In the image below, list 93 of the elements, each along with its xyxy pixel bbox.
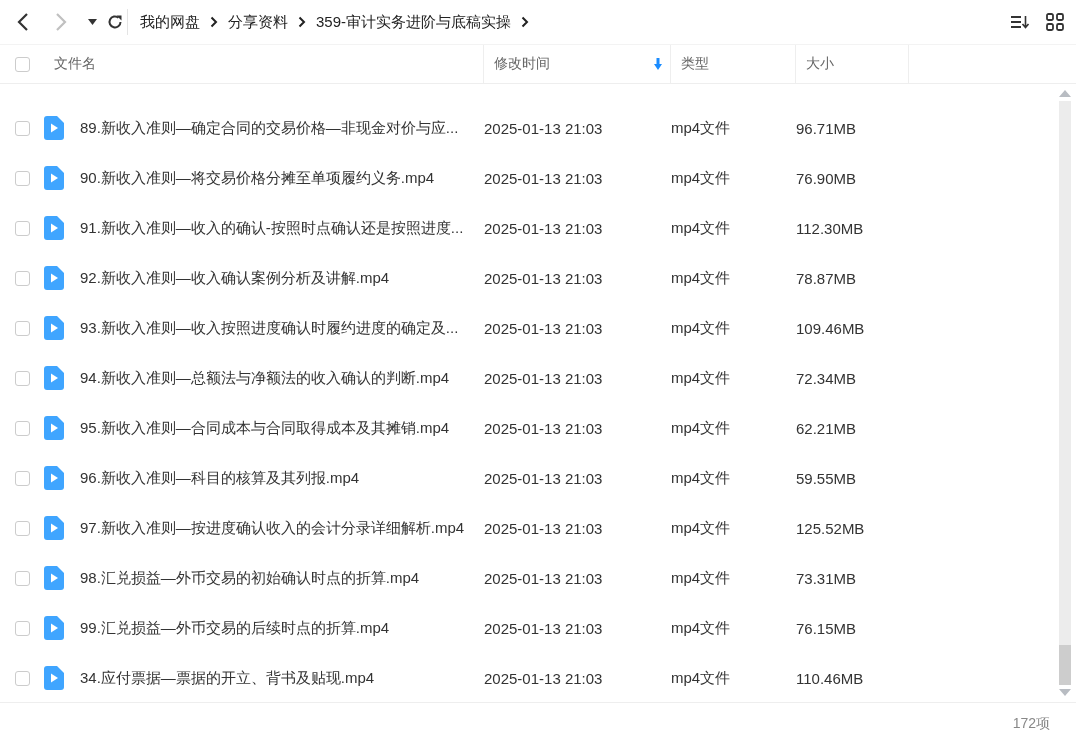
modified-time: 2025-01-13 21:03 — [483, 119, 604, 137]
modified-time: 2025-01-13 21:03 — [483, 519, 604, 537]
refresh-icon[interactable] — [107, 14, 123, 30]
video-file-icon — [44, 616, 64, 640]
sort-down-arrow-icon — [654, 58, 662, 70]
file-name[interactable]: 91.新收入准则—收入的确认-按照时点确认还是按照进度... — [64, 218, 474, 238]
video-file-icon — [44, 516, 64, 540]
file-name[interactable]: 94.新收入准则—总额法与净额法的收入确认的判断.mp4 — [64, 368, 474, 388]
column-header[interactable]: 类型 — [671, 45, 796, 83]
file-type: mp4文件 — [670, 518, 732, 538]
video-file-icon — [44, 166, 64, 190]
chevron-right-icon — [210, 16, 218, 28]
modified-time: 2025-01-13 21:03 — [483, 369, 604, 387]
breadcrumb-link[interactable]: 359-审计实务进阶与底稿实操 — [316, 12, 512, 32]
modified-time: 2025-01-13 21:03 — [483, 169, 604, 187]
video-file-icon — [44, 566, 64, 590]
file-size: 112.30MB — [795, 219, 865, 237]
modified-time: 2025-01-13 21:03 — [483, 269, 604, 287]
file-size: 110.46MB — [795, 669, 865, 687]
modified-time: 2025-01-13 21:03 — [483, 569, 604, 587]
checkbox[interactable] — [14, 270, 30, 286]
chevron-right-icon — [521, 16, 530, 28]
file-size: 73.31MB — [795, 569, 858, 587]
file-type: mp4文件 — [670, 268, 732, 288]
file-type: mp4文件 — [670, 318, 732, 338]
checkbox[interactable] — [14, 320, 30, 336]
file-name[interactable]: 90.新收入准则—将交易价格分摊至单项履约义务.mp4 — [64, 168, 474, 188]
file-name[interactable]: 95.新收入准则—合同成本与合同取得成本及其摊销.mp4 — [64, 418, 474, 438]
file-type: mp4文件 — [670, 118, 732, 138]
checkbox[interactable] — [14, 570, 30, 586]
modified-time: 2025-01-13 21:03 — [483, 469, 604, 487]
file-type: mp4文件 — [670, 468, 732, 488]
video-file-icon — [44, 266, 64, 290]
modified-time: 2025-01-13 21:03 — [483, 319, 604, 337]
chevron-right-icon — [298, 16, 306, 28]
file-name[interactable]: 93.新收入准则—收入按照进度确认时履约进度的确定及... — [64, 318, 474, 338]
file-type: mp4文件 — [670, 418, 732, 438]
file-name[interactable]: 99.汇兑损益—外币交易的后续时点的折算.mp4 — [64, 618, 474, 638]
file-type: mp4文件 — [670, 218, 732, 238]
file-name[interactable]: 96.新收入准则—科目的核算及其列报.mp4 — [64, 468, 474, 488]
modified-time: 2025-01-13 21:03 — [483, 219, 604, 237]
scroll-down-arrow-icon[interactable] — [1059, 689, 1071, 696]
checkbox[interactable] — [14, 170, 30, 186]
file-size: 78.87MB — [795, 269, 858, 287]
file-size: 59.55MB — [795, 469, 858, 487]
checkbox[interactable] — [14, 620, 30, 636]
file-type: mp4文件 — [670, 618, 732, 638]
file-size: 62.21MB — [795, 419, 858, 437]
checkbox[interactable] — [14, 470, 30, 486]
scrollbar-thumb[interactable] — [1059, 645, 1071, 685]
modified-time: 2025-01-13 21:03 — [483, 419, 604, 437]
file-type: mp4文件 — [670, 568, 732, 588]
file-type: mp4文件 — [670, 368, 732, 388]
file-size: 76.15MB — [795, 619, 858, 637]
file-name[interactable]: 89.新收入准则—确定合同的交易价格—非现金对价与应... — [64, 118, 474, 138]
checkbox[interactable] — [14, 520, 30, 536]
file-size: 72.34MB — [795, 369, 858, 387]
column-header[interactable]: 大小 — [796, 45, 909, 83]
file-name[interactable]: 92.新收入准则—收入确认案例分析及讲解.mp4 — [64, 268, 474, 288]
file-name[interactable]: 34.应付票据—票据的开立、背书及贴现.mp4 — [64, 668, 474, 688]
scroll-up-arrow-icon[interactable] — [1059, 90, 1071, 97]
checkbox[interactable] — [14, 56, 30, 72]
modified-time: 2025-01-13 21:03 — [483, 669, 604, 687]
file-name[interactable]: 97.新收入准则—按进度确认收入的会计分录详细解析.mp4 — [64, 518, 474, 538]
modified-time: 2025-01-13 21:03 — [483, 619, 604, 637]
file-name[interactable]: 98.汇兑损益—外币交易的初始确认时点的折算.mp4 — [64, 568, 474, 588]
checkbox[interactable] — [14, 670, 30, 686]
video-file-icon — [44, 116, 64, 140]
video-file-icon — [44, 666, 64, 690]
file-size: 76.90MB — [795, 169, 858, 187]
checkbox[interactable] — [14, 120, 30, 136]
checkbox[interactable] — [14, 420, 30, 436]
file-size: 109.46MB — [795, 319, 866, 337]
scrollbar-track[interactable] — [1059, 101, 1071, 685]
file-size: 125.52MB — [795, 519, 866, 537]
column-header[interactable]: 修改时间 — [484, 45, 671, 83]
video-file-icon — [44, 366, 64, 390]
file-size: 96.71MB — [795, 119, 858, 137]
checkbox[interactable] — [14, 370, 30, 386]
breadcrumb-link[interactable]: 我的网盘 — [140, 12, 200, 32]
video-file-icon — [44, 216, 64, 240]
breadcrumb-link[interactable]: 分享资料 — [228, 12, 288, 32]
video-file-icon — [44, 466, 64, 490]
item-count: 172项 — [1012, 715, 1050, 733]
file-type: mp4文件 — [670, 668, 732, 688]
grid-view-icon[interactable] — [1046, 13, 1064, 31]
video-file-icon — [44, 316, 64, 340]
file-type: mp4文件 — [670, 168, 732, 188]
column-header[interactable]: 文件名 — [44, 45, 484, 83]
dropdown-caret-icon[interactable] — [88, 19, 97, 25]
sort-icon[interactable] — [1010, 14, 1030, 30]
checkbox[interactable] — [14, 220, 30, 236]
video-file-icon — [44, 416, 64, 440]
